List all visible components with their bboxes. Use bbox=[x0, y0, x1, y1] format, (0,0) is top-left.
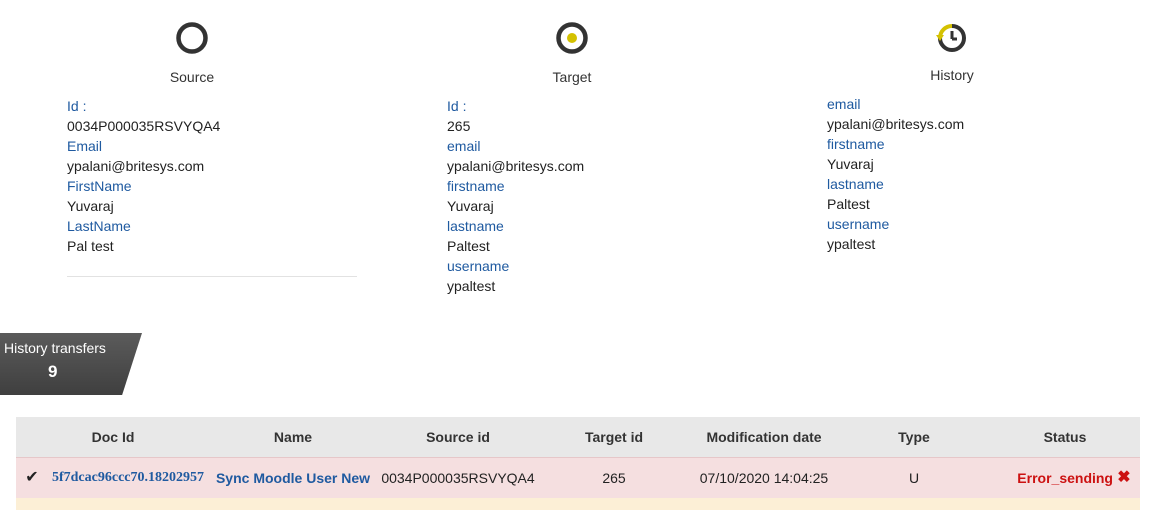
target-username-value: ypaltest bbox=[447, 278, 496, 294]
table-row[interactable]: ✔ 5f7dcac96ccc70.18202957 Sync Moodle Us… bbox=[16, 457, 1140, 498]
target-lastname-value: Paltest bbox=[447, 238, 490, 254]
table-header: Doc Id Name Source id Target id Modifica… bbox=[16, 417, 1140, 457]
source-header: Source bbox=[142, 20, 242, 85]
history-transfers-badge: History transfers 9 bbox=[0, 333, 142, 395]
history-firstname-label: firstname bbox=[827, 136, 885, 152]
source-lastname-value: Pal test bbox=[67, 238, 114, 254]
type-cell: U bbox=[908, 470, 920, 486]
target-header: Target bbox=[522, 20, 622, 85]
column-header-source-id: Source id bbox=[426, 429, 490, 445]
target-id-value: 265 bbox=[447, 118, 471, 134]
transfers-table: Doc Id Name Source id Target id Modifica… bbox=[16, 417, 1140, 510]
source-firstname-value: Yuvaraj bbox=[67, 198, 114, 214]
history-header: History bbox=[902, 20, 1002, 83]
history-fields: email ypalani@britesys.com firstname Yuv… bbox=[827, 94, 964, 254]
x-mark-icon[interactable]: ✖ bbox=[1116, 458, 1132, 498]
history-username-value: ypaltest bbox=[827, 236, 876, 252]
source-lastname-label: LastName bbox=[67, 218, 131, 234]
history-transfers-count: 9 bbox=[48, 362, 58, 381]
source-title: Source bbox=[169, 69, 215, 85]
source-id-label: Id : bbox=[67, 98, 87, 114]
target-id-cell: 265 bbox=[602, 470, 626, 486]
target-lastname-label: lastname bbox=[447, 218, 504, 234]
source-divider bbox=[67, 276, 357, 277]
column-header-name: Name bbox=[273, 429, 313, 445]
history-email-label: email bbox=[827, 96, 861, 112]
target-id-label: Id : bbox=[447, 98, 467, 114]
history-lastname-label: lastname bbox=[827, 176, 884, 192]
column-header-doc-id: Doc Id bbox=[91, 429, 135, 445]
status-cell: Error_sending bbox=[998, 458, 1113, 498]
history-firstname-value: Yuvaraj bbox=[827, 156, 874, 172]
source-email-value: ypalani@britesys.com bbox=[67, 158, 205, 174]
source-fields: Id : 0034P000035RSVYQA4 Email ypalani@br… bbox=[67, 96, 220, 256]
history-transfers-label: History transfers bbox=[4, 340, 106, 356]
column-header-status: Status bbox=[1043, 429, 1087, 445]
circle-target-icon bbox=[556, 22, 588, 54]
column-header-target-id: Target id bbox=[584, 429, 644, 445]
target-email-value: ypalani@britesys.com bbox=[447, 158, 585, 174]
rule-name-link[interactable]: Sync Moodle User New bbox=[213, 458, 373, 498]
source-email-label: Email bbox=[67, 138, 103, 154]
circle-outline-icon bbox=[176, 22, 208, 54]
history-email-value: ypalani@britesys.com bbox=[827, 116, 965, 132]
source-id-value: 0034P000035RSVYQA4 bbox=[67, 118, 221, 134]
table-row bbox=[16, 498, 1140, 510]
source-id-cell: 0034P000035RSVYQA4 bbox=[381, 470, 535, 486]
checkmark-icon: ✔ bbox=[25, 469, 39, 486]
target-firstname-value: Yuvaraj bbox=[447, 198, 494, 214]
target-firstname-label: firstname bbox=[447, 178, 505, 194]
clock-history-icon bbox=[936, 24, 966, 52]
doc-id-link[interactable]: 5f7dcac96ccc70.18202957 bbox=[48, 458, 208, 498]
modification-date-cell: 07/10/2020 14:04:25 bbox=[699, 470, 829, 486]
history-username-label: username bbox=[827, 216, 890, 232]
status-text: Error_sending bbox=[1017, 470, 1113, 486]
column-header-modification-date: Modification date bbox=[706, 429, 822, 445]
target-username-label: username bbox=[447, 258, 510, 274]
target-fields: Id : 265 email ypalani@britesys.com firs… bbox=[447, 96, 584, 296]
source-firstname-label: FirstName bbox=[67, 178, 132, 194]
target-email-label: email bbox=[447, 138, 481, 154]
target-title: Target bbox=[552, 69, 592, 85]
history-lastname-value: Paltest bbox=[827, 196, 870, 212]
column-header-type: Type bbox=[898, 429, 930, 445]
history-title: History bbox=[930, 67, 974, 83]
